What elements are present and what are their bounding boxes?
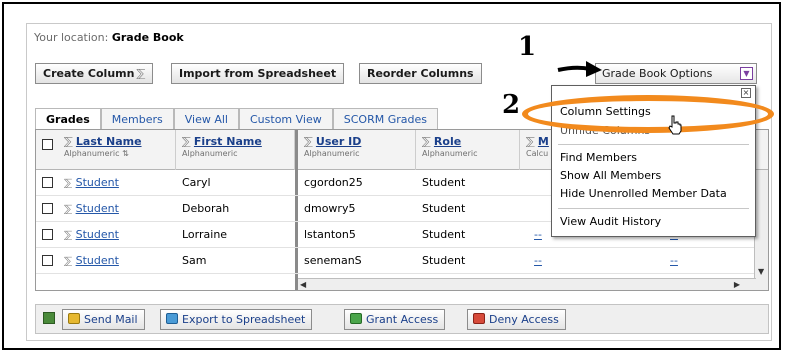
row-checkbox[interactable] — [42, 229, 53, 240]
row-menu-icon[interactable]: ⅀ — [64, 204, 72, 215]
grant-access-button[interactable]: Grant Access — [344, 309, 446, 330]
scroll-left-icon[interactable]: ◀ — [300, 280, 306, 289]
row-menu-icon[interactable]: ⅀ — [64, 230, 72, 241]
column-header-label: First Name — [193, 135, 262, 148]
student-link[interactable]: Student — [76, 176, 119, 189]
grant-access-label: Grant Access — [366, 313, 439, 326]
column-header-last-name[interactable]: ⅀ Last Name Alphanumeric ⇅ — [58, 130, 176, 170]
export-icon — [166, 313, 178, 324]
tab-grades[interactable]: Grades — [35, 108, 101, 131]
column-type-label: Alphanumeric — [182, 149, 238, 158]
mail-icon — [68, 313, 80, 324]
grade-cell[interactable]: -- — [534, 254, 542, 267]
column-header-first-name[interactable]: ⅀ First Name Alphanumeric — [176, 130, 295, 170]
step-1-label: 1 — [518, 32, 537, 62]
user-id-cell: lstanton5 — [304, 228, 356, 241]
sort-icon: ⇅ — [122, 149, 129, 158]
first-name-cell: Deborah — [182, 202, 230, 215]
menu-item-hide-unenrolled[interactable]: Hide Unenrolled Member Data — [560, 187, 727, 200]
menu-item-view-audit-history[interactable]: View Audit History — [560, 215, 661, 228]
send-mail-button[interactable]: Send Mail — [62, 309, 145, 330]
deny-access-icon — [473, 313, 485, 324]
export-label: Export to Spreadsheet — [182, 313, 306, 326]
send-mail-label: Send Mail — [84, 313, 138, 326]
first-name-cell: Sam — [182, 254, 207, 267]
step-2-label: 2 — [502, 90, 521, 120]
scroll-down-icon[interactable]: ▼ — [758, 267, 764, 276]
role-cell: Student — [422, 228, 466, 241]
row-checkbox[interactable] — [42, 255, 53, 266]
location-name: Grade Book — [111, 31, 184, 44]
column-header-role[interactable]: ⅀ Role Alphanumeric — [416, 130, 520, 170]
hand-cursor-icon — [668, 115, 682, 135]
column-type-label: Alphanumeric — [304, 149, 360, 158]
tab-bar: Grades Members View All Custom View SCOR… — [35, 108, 438, 131]
role-cell: Student — [422, 254, 466, 267]
column-menu-icon[interactable]: ⅀ — [304, 135, 313, 148]
column-menu-icon[interactable]: ⅀ — [182, 135, 191, 148]
tab-members[interactable]: Members — [100, 108, 174, 130]
column-header-label: M — [537, 135, 549, 148]
column-menu-icon[interactable]: ⅀ — [64, 135, 73, 148]
import-spreadsheet-button[interactable]: Import from Spreadsheet — [171, 63, 345, 84]
create-column-label: Create Column — [43, 67, 135, 80]
grant-access-icon — [350, 313, 362, 324]
column-menu-icon[interactable]: ⅀ — [526, 135, 535, 148]
deny-access-button[interactable]: Deny Access — [467, 309, 566, 330]
tab-custom-view[interactable]: Custom View — [239, 108, 333, 130]
row-checkbox[interactable] — [42, 203, 53, 214]
create-column-button[interactable]: Create Column ⅀ — [35, 63, 154, 84]
column-header-label: Role — [433, 135, 462, 148]
chevron-down-icon: ⅀ — [136, 67, 146, 80]
tab-scorm-grades[interactable]: SCORM Grades — [332, 108, 438, 130]
screenshot-frame: Your location: Grade Book Create Column ⅀… — [2, 2, 781, 350]
breadcrumb: Your location: Grade Book — [34, 31, 184, 44]
grade-cell[interactable]: -- — [534, 228, 542, 241]
deny-access-label: Deny Access — [489, 313, 559, 326]
user-id-cell: senemanS — [304, 254, 362, 267]
grade-book-options-button[interactable]: Grade Book Options ▼ — [595, 63, 757, 84]
menu-item-show-all-members[interactable]: Show All Members — [560, 169, 661, 182]
vertical-scrollbar[interactable]: ▼ — [754, 170, 768, 290]
column-header-label: User ID — [315, 135, 362, 148]
grade-cell[interactable]: -- — [670, 254, 678, 267]
tab-view-all[interactable]: View All — [173, 108, 239, 130]
grade-book-options-label: Grade Book Options — [602, 67, 713, 80]
user-id-cell: cgordon25 — [304, 176, 363, 189]
select-all-checkbox[interactable] — [42, 139, 53, 150]
student-link[interactable]: Student — [76, 202, 119, 215]
user-id-cell: dmowry5 — [304, 202, 356, 215]
row-checkbox[interactable] — [42, 177, 53, 188]
edit-icon[interactable] — [43, 312, 55, 324]
menu-item-find-members[interactable]: Find Members — [560, 151, 637, 164]
scroll-right-icon[interactable]: ▶ — [734, 280, 740, 289]
column-header-label: Last Name — [75, 135, 142, 148]
horizontal-scrollbar[interactable]: ◀ ▶ — [298, 278, 756, 290]
reorder-columns-button[interactable]: Reorder Columns — [359, 63, 482, 84]
reorder-label: Reorder Columns — [367, 67, 474, 80]
close-icon[interactable]: × — [741, 88, 751, 98]
column-type-label: Alphanumeric — [422, 149, 478, 158]
row-menu-icon[interactable]: ⅀ — [64, 178, 72, 189]
table-row: ⅀ Student Sam senemanS Student -- -- — [36, 248, 768, 274]
role-cell: Student — [422, 202, 466, 215]
first-name-cell: Caryl — [182, 176, 211, 189]
first-name-cell: Lorraine — [182, 228, 228, 241]
import-label: Import from Spreadsheet — [179, 67, 337, 80]
arrow-icon — [557, 61, 602, 77]
highlight-ellipse — [522, 95, 774, 133]
menu-divider — [558, 208, 749, 209]
row-menu-icon[interactable]: ⅀ — [64, 256, 72, 267]
student-link[interactable]: Student — [76, 254, 119, 267]
action-bar: Send Mail Export to Spreadsheet Grant Ac… — [35, 304, 769, 334]
role-cell: Student — [422, 176, 466, 189]
column-type-label: Alphanumeric — [64, 149, 120, 158]
dropdown-arrow-icon[interactable]: ▼ — [740, 67, 753, 80]
location-prefix: Your location: — [34, 31, 109, 44]
column-menu-icon[interactable]: ⅀ — [422, 135, 431, 148]
student-link[interactable]: Student — [76, 228, 119, 241]
export-spreadsheet-button[interactable]: Export to Spreadsheet — [160, 309, 313, 330]
column-header-user-id[interactable]: ⅀ User ID Alphanumeric — [298, 130, 416, 170]
menu-divider — [558, 144, 749, 145]
